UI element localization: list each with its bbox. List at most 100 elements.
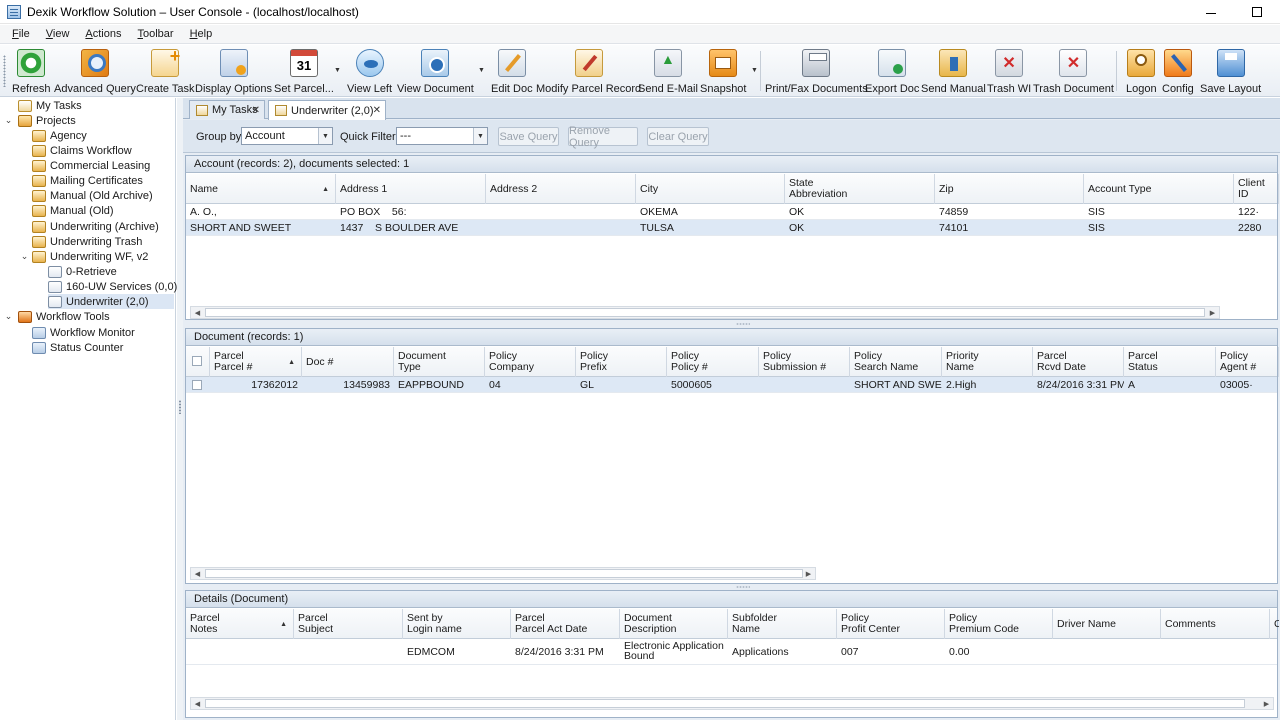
table-row[interactable]: 17362012 13459983 EAPPBOUND 04 GL 500060… [186, 377, 1277, 393]
tree-item-mailing-certificates[interactable]: Mailing Certificates [32, 173, 143, 188]
config-button[interactable]: Config [1162, 47, 1194, 95]
send-email-button[interactable]: Send E-Mail [638, 47, 698, 95]
col-zip[interactable]: Zip [935, 174, 1084, 204]
snapshot-button[interactable]: Snapshot [700, 47, 746, 95]
tab-my-tasks[interactable]: My Tasks ✕ [189, 100, 265, 119]
col-policy-company[interactable]: Policy Company [485, 347, 576, 377]
table-row[interactable]: A. O., PO BOX 56: OKEMA OK 74859 SIS 122… [186, 204, 1277, 220]
col-name[interactable]: Name ▲ [186, 174, 336, 204]
create-task-button[interactable]: Create Task [136, 46, 195, 95]
col-city[interactable]: City [636, 174, 785, 204]
tab-underwriter[interactable]: Underwriter (2,0) ✕ [268, 100, 386, 120]
print-fax-button[interactable]: Print/Fax Documents [765, 47, 868, 95]
tree-item-underwriter[interactable]: Underwriter (2,0) [48, 294, 174, 309]
row-checkbox[interactable] [192, 380, 202, 390]
scrollbar-thumb[interactable] [205, 308, 1205, 317]
tree-item-manual-old-archive[interactable]: Manual (Old Archive) [32, 188, 153, 203]
send-manual-button[interactable]: Send Manual [921, 47, 986, 95]
menu-help[interactable]: Help [187, 27, 216, 41]
col-policy-submission[interactable]: Policy Submission # [759, 347, 850, 377]
snapshot-dropdown-arrow[interactable]: ▼ [751, 67, 758, 74]
col-rcvd-date[interactable]: Parcel Rcvd Date [1033, 347, 1124, 377]
quick-filter-select[interactable]: --- ▼ [396, 127, 488, 145]
tree-item-underwriting-wf-v2[interactable]: ⌄ Underwriting WF, v2 [20, 249, 148, 264]
remove-query-button[interactable]: Remove Query [568, 125, 638, 149]
document-horizontal-scrollbar[interactable]: ◀ ▶ [190, 567, 816, 580]
advanced-query-button[interactable]: Advanced Query [54, 47, 136, 95]
collapse-icon[interactable]: ⌄ [20, 251, 29, 262]
col-sent-by[interactable]: Sent by Login name [403, 609, 511, 639]
tree-item-agency[interactable]: Agency [32, 128, 87, 143]
tree-item-manual-old[interactable]: Manual (Old) [32, 203, 114, 218]
tree-item-underwriting-archive[interactable]: Underwriting (Archive) [32, 219, 159, 234]
view-document-dropdown-arrow[interactable]: ▼ [478, 67, 485, 74]
tree-item-status-counter[interactable]: Status Counter [32, 340, 123, 355]
tree-item-projects[interactable]: ⌄ Projects [4, 113, 76, 128]
edit-doc-button[interactable]: Edit Doc [491, 47, 533, 95]
horizontal-splitter[interactable] [183, 321, 1280, 327]
account-horizontal-scrollbar[interactable]: ◀ ▶ [190, 306, 1220, 319]
trash-document-button[interactable]: Trash Document [1033, 47, 1114, 95]
col-client-id[interactable]: Client ID [1234, 174, 1279, 204]
col-parcel-status[interactable]: Parcel Status [1124, 347, 1216, 377]
view-document-button[interactable]: View Document [397, 47, 474, 95]
col-parcel-notes[interactable]: Parcel Notes ▲ [186, 609, 294, 639]
trash-wi-button[interactable]: Trash WI [987, 47, 1031, 95]
scroll-right-icon[interactable]: ▶ [1206, 307, 1219, 318]
col-parcel[interactable]: Parcel Parcel # ▲ [210, 347, 302, 377]
tree-item-my-tasks[interactable]: My Tasks [18, 98, 82, 113]
col-policy-number[interactable]: Policy Policy # [667, 347, 759, 377]
display-options-button[interactable]: Display Options [195, 47, 272, 95]
close-icon[interactable]: ✕ [252, 105, 260, 116]
menu-toolbar[interactable]: Toolbar [135, 27, 177, 41]
col-parcel-subject[interactable]: Parcel Subject [294, 609, 403, 639]
tree-item-0-retrieve[interactable]: 0-Retrieve [48, 264, 117, 279]
col-truncated[interactable]: C [1270, 609, 1279, 639]
toolbar-grip[interactable] [3, 55, 6, 87]
tree-item-commercial-leasing[interactable]: Commercial Leasing [32, 158, 150, 173]
col-document-description[interactable]: Document Description [620, 609, 728, 639]
modify-parcel-record-button[interactable]: Modify Parcel Record [536, 47, 641, 95]
view-left-button[interactable]: View Left [347, 47, 392, 95]
menu-file[interactable]: File [9, 27, 33, 41]
save-query-button[interactable]: Save Query [498, 127, 559, 146]
col-select-all[interactable] [186, 347, 210, 377]
tree-item-workflow-monitor[interactable]: Workflow Monitor [32, 325, 135, 340]
col-comments[interactable]: Comments [1161, 609, 1270, 639]
scroll-left-icon[interactable]: ◀ [191, 307, 204, 318]
scroll-right-icon[interactable]: ▶ [802, 568, 815, 579]
table-row[interactable]: EDMCOM 8/24/2016 3:31 PM Electronic Appl… [186, 639, 1277, 665]
col-profit-center[interactable]: Policy Profit Center [837, 609, 945, 639]
col-policy-agent[interactable]: Policy Agent # [1216, 347, 1279, 377]
col-address1[interactable]: Address 1 [336, 174, 486, 204]
col-doc-type[interactable]: Document Type [394, 347, 485, 377]
minimize-button[interactable] [1188, 0, 1234, 24]
scrollbar-thumb[interactable] [205, 569, 803, 578]
col-parcel-act-date[interactable]: Parcel Parcel Act Date [511, 609, 620, 639]
menu-view[interactable]: View [43, 27, 73, 41]
col-driver-name[interactable]: Driver Name [1053, 609, 1161, 639]
maximize-button[interactable] [1234, 0, 1280, 24]
collapse-icon[interactable]: ⌄ [4, 115, 13, 126]
tree-item-workflow-tools[interactable]: ⌄ Workflow Tools [4, 309, 110, 324]
set-parcel-dropdown-arrow[interactable]: ▼ [334, 67, 341, 74]
menu-actions[interactable]: Actions [82, 27, 124, 41]
scrollbar-thumb[interactable] [205, 699, 1245, 708]
export-doc-button[interactable]: Export Doc [865, 47, 919, 95]
col-account-type[interactable]: Account Type [1084, 174, 1234, 204]
col-priority[interactable]: Priority Name [942, 347, 1033, 377]
group-by-select[interactable]: Account ▼ [241, 127, 333, 145]
close-icon[interactable]: ✕ [373, 105, 381, 116]
details-horizontal-scrollbar[interactable]: ◀ ▶ [190, 697, 1274, 710]
scroll-left-icon[interactable]: ◀ [191, 698, 204, 709]
refresh-button[interactable]: Refresh [12, 47, 51, 95]
collapse-icon[interactable]: ⌄ [4, 311, 13, 322]
col-subfolder-name[interactable]: Subfolder Name [728, 609, 837, 639]
table-row[interactable]: SHORT AND SWEET 1437 S BOULDER AVE TULSA… [186, 220, 1277, 236]
tree-item-claims-workflow[interactable]: Claims Workflow [32, 143, 132, 158]
save-layout-button[interactable]: Save Layout [1200, 47, 1261, 95]
select-all-checkbox[interactable] [192, 356, 202, 366]
scroll-right-icon[interactable]: ▶ [1260, 698, 1273, 709]
clear-query-button[interactable]: Clear Query [647, 127, 709, 146]
col-premium-code[interactable]: Policy Premium Code [945, 609, 1053, 639]
